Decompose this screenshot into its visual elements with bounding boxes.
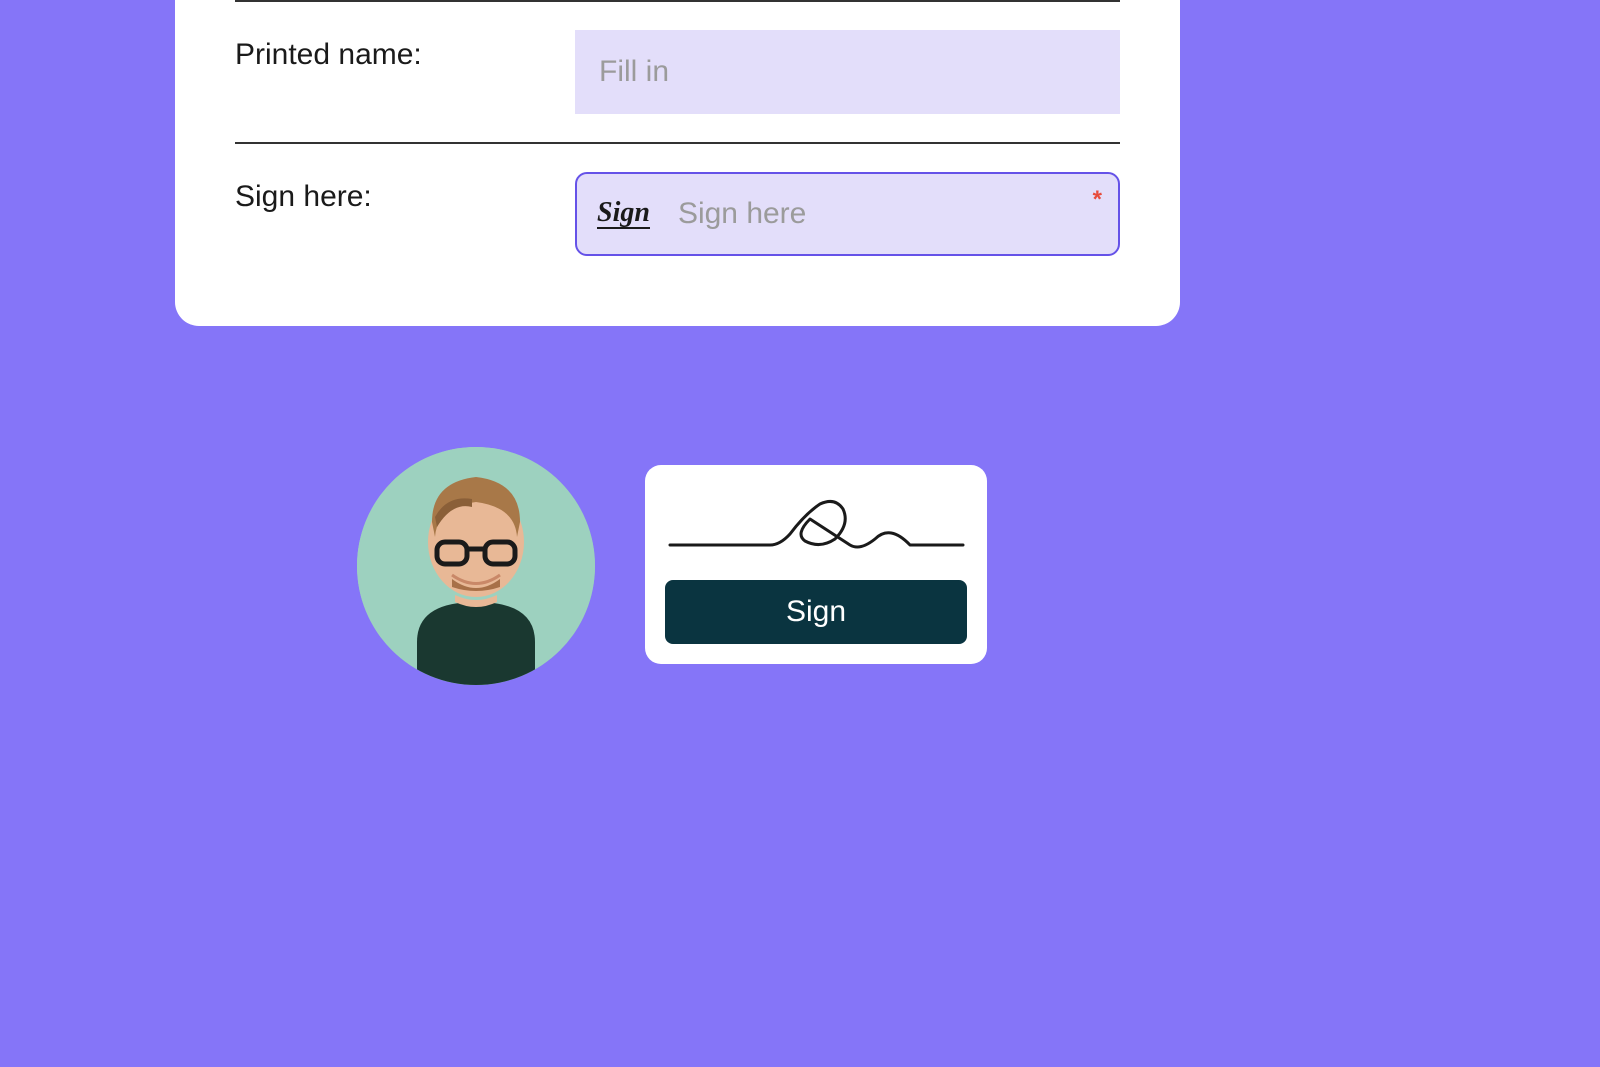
form-card: Printed name: Sign here: Sign Sign here … (175, 0, 1180, 326)
avatar (357, 447, 595, 685)
printed-name-input[interactable] (575, 30, 1120, 114)
printed-name-label: Printed name: (235, 30, 575, 72)
required-asterisk-icon: * (1093, 186, 1102, 214)
avatar-image-icon (357, 447, 595, 685)
sign-here-placeholder: Sign here (678, 197, 806, 231)
sign-here-label: Sign here: (235, 172, 575, 214)
printed-name-row: Printed name: (235, 0, 1120, 142)
sign-here-row: Sign here: Sign Sign here * (235, 142, 1120, 256)
sign-here-field[interactable]: Sign Sign here * (575, 172, 1120, 256)
signature-scribble-icon (665, 489, 967, 559)
sign-script-icon: Sign (597, 199, 650, 229)
signature-card: Sign (645, 465, 987, 664)
sign-button[interactable]: Sign (665, 580, 967, 644)
